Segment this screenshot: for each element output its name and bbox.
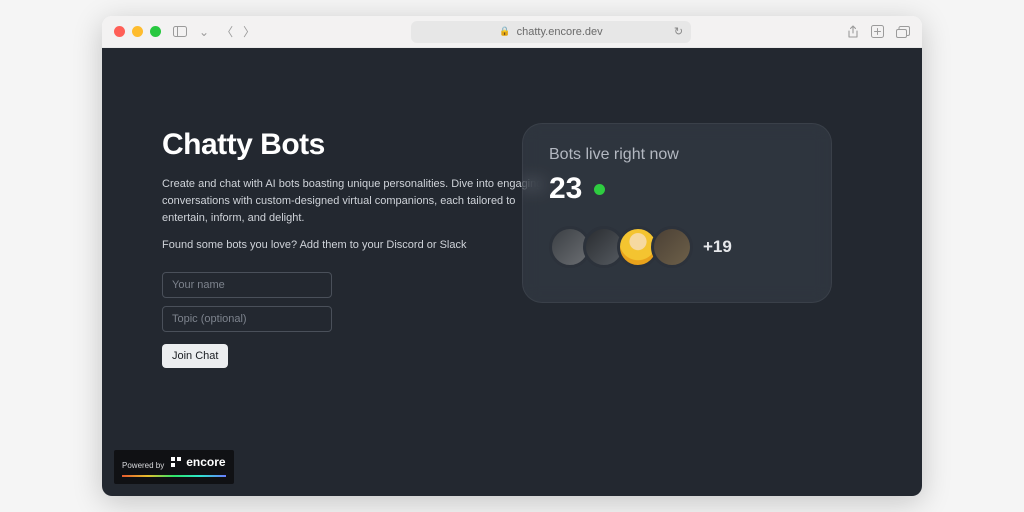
badge-gradient-bar bbox=[122, 475, 226, 477]
live-bots-card: Bots live right now 23 +19 bbox=[522, 123, 832, 303]
new-tab-icon[interactable] bbox=[871, 25, 884, 39]
topic-input[interactable] bbox=[162, 306, 332, 332]
sidebar-toggle-icon[interactable] bbox=[173, 26, 187, 37]
forward-button[interactable]: 〉 bbox=[243, 23, 255, 40]
live-card-title: Bots live right now bbox=[549, 146, 805, 164]
hero-section: Chatty Bots Create and chat with AI bots… bbox=[162, 128, 562, 368]
address-bar[interactable]: 🔒 chatty.encore.dev ↻ bbox=[411, 21, 691, 43]
encore-logo-icon bbox=[170, 456, 182, 468]
page-content: Chatty Bots Create and chat with AI bots… bbox=[102, 48, 922, 496]
name-input[interactable] bbox=[162, 272, 332, 298]
live-count-number: 23 bbox=[549, 172, 582, 206]
live-count-row: 23 bbox=[549, 172, 805, 206]
live-indicator-dot bbox=[594, 184, 605, 195]
browser-titlebar: ⌄ 〈 〉 🔒 chatty.encore.dev ↻ bbox=[102, 16, 922, 48]
tabs-icon[interactable] bbox=[896, 25, 910, 39]
avatar-stack: +19 bbox=[549, 226, 805, 268]
url-text: chatty.encore.dev bbox=[517, 26, 603, 38]
chevron-down-icon[interactable]: ⌄ bbox=[199, 25, 209, 39]
browser-window: ⌄ 〈 〉 🔒 chatty.encore.dev ↻ bbox=[102, 16, 922, 496]
join-chat-button[interactable]: Join Chat bbox=[162, 344, 228, 368]
minimize-window-icon[interactable] bbox=[132, 26, 143, 37]
bot-avatar[interactable] bbox=[651, 226, 693, 268]
hero-description: Create and chat with AI bots boasting un… bbox=[162, 176, 562, 227]
maximize-window-icon[interactable] bbox=[150, 26, 161, 37]
powered-by-badge[interactable]: Powered by encore bbox=[114, 450, 234, 484]
window-controls bbox=[114, 26, 161, 37]
close-window-icon[interactable] bbox=[114, 26, 125, 37]
hero-subtext: Found some bots you love? Add them to yo… bbox=[162, 237, 562, 254]
powered-by-label: Powered by bbox=[122, 461, 164, 470]
page-title: Chatty Bots bbox=[162, 128, 562, 162]
share-icon[interactable] bbox=[847, 25, 859, 39]
encore-brand: encore bbox=[170, 455, 225, 469]
back-button[interactable]: 〈 bbox=[221, 23, 233, 40]
join-form: Join Chat bbox=[162, 272, 562, 368]
refresh-icon[interactable]: ↻ bbox=[674, 25, 683, 38]
lock-icon: 🔒 bbox=[499, 26, 510, 37]
avatar-overflow-count: +19 bbox=[703, 237, 732, 257]
